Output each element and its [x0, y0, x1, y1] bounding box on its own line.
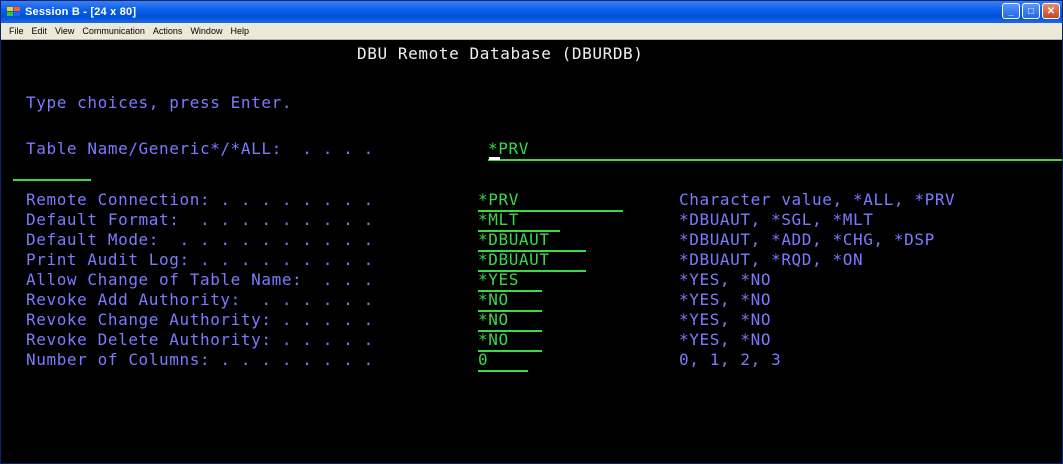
terminal-screen[interactable]: DBU Remote Database (DBURDB) Type choice… [1, 40, 1062, 463]
param-label-revoke-delete-authority: Revoke Delete Authority: . . . . . [26, 330, 374, 349]
param-label-print-audit-log: Print Audit Log: . . . . . . . . . [26, 250, 374, 269]
terminal-window: Session B - [24 x 80] _ □ ✕ File Edit Vi… [0, 0, 1063, 464]
param-label-allow-change-table-name: Allow Change of Table Name: . . . [26, 270, 374, 289]
param-label-revoke-add-authority: Revoke Add Authority: . . . . . . [26, 290, 374, 309]
screen-heading: DBU Remote Database (DBURDB) [357, 44, 644, 63]
input-underline [478, 370, 528, 372]
menu-help[interactable]: Help [230, 26, 249, 36]
param-choices-revoke-delete-authority: *YES, *NO [679, 330, 772, 349]
menu-file[interactable]: File [9, 26, 24, 36]
param-choices-number-of-columns: 0, 1, 2, 3 [679, 350, 782, 369]
menu-communication[interactable]: Communication [82, 26, 145, 36]
window-title: Session B - [24 x 80] [25, 6, 137, 18]
field-continuation-underline [13, 179, 91, 181]
param-choices-revoke-add-authority: *YES, *NO [679, 290, 772, 309]
menu-bar: File Edit View Communication Actions Win… [1, 23, 1062, 40]
table-name-label: Table Name/Generic*/*ALL: . . . . [26, 139, 374, 158]
param-input-remote-connection[interactable]: *PRV [478, 190, 519, 210]
param-choices-default-format: *DBUAUT, *SGL, *MLT [679, 210, 874, 229]
param-input-revoke-add-authority[interactable]: *NO [478, 290, 509, 310]
maximize-icon[interactable]: □ [1022, 3, 1040, 19]
param-input-allow-change-table-name[interactable]: *YES [478, 270, 519, 290]
terminal-session-icon [7, 6, 21, 18]
param-choices-default-mode: *DBUAUT, *ADD, *CHG, *DSP [679, 230, 935, 249]
table-name-input[interactable]: *PRV [488, 139, 529, 159]
param-label-default-format: Default Format: . . . . . . . . . [26, 210, 374, 229]
param-label-number-of-columns: Number of Columns: . . . . . . . . [26, 350, 374, 369]
param-label-default-mode: Default Mode: . . . . . . . . . . [26, 230, 374, 249]
param-input-revoke-delete-authority[interactable]: *NO [478, 330, 509, 350]
text-cursor [489, 157, 500, 160]
menu-view[interactable]: View [55, 26, 74, 36]
instructions-text: Type choices, press Enter. [26, 93, 293, 112]
param-label-remote-connection: Remote Connection: . . . . . . . . [26, 190, 374, 209]
table-name-underline [488, 159, 1062, 161]
param-choices-allow-change-table-name: *YES, *NO [679, 270, 772, 289]
title-bar[interactable]: Session B - [24 x 80] _ □ ✕ [1, 1, 1062, 23]
param-input-default-mode[interactable]: *DBUAUT [478, 230, 550, 250]
param-input-number-of-columns[interactable]: 0 [478, 350, 488, 370]
param-choices-revoke-change-authority: *YES, *NO [679, 310, 772, 329]
minimize-icon[interactable]: _ [1002, 3, 1020, 19]
param-input-print-audit-log[interactable]: *DBUAUT [478, 250, 550, 270]
param-label-revoke-change-authority: Revoke Change Authority: . . . . . [26, 310, 374, 329]
menu-window[interactable]: Window [190, 26, 222, 36]
close-icon[interactable]: ✕ [1042, 3, 1060, 19]
menu-edit[interactable]: Edit [32, 26, 48, 36]
window-controls: _ □ ✕ [1002, 3, 1060, 19]
param-choices-print-audit-log: *DBUAUT, *RQD, *ON [679, 250, 864, 269]
menu-actions[interactable]: Actions [153, 26, 183, 36]
param-choices-remote-connection: Character value, *ALL, *PRV [679, 190, 956, 209]
param-input-revoke-change-authority[interactable]: *NO [478, 310, 509, 330]
param-input-default-format[interactable]: *MLT [478, 210, 519, 230]
